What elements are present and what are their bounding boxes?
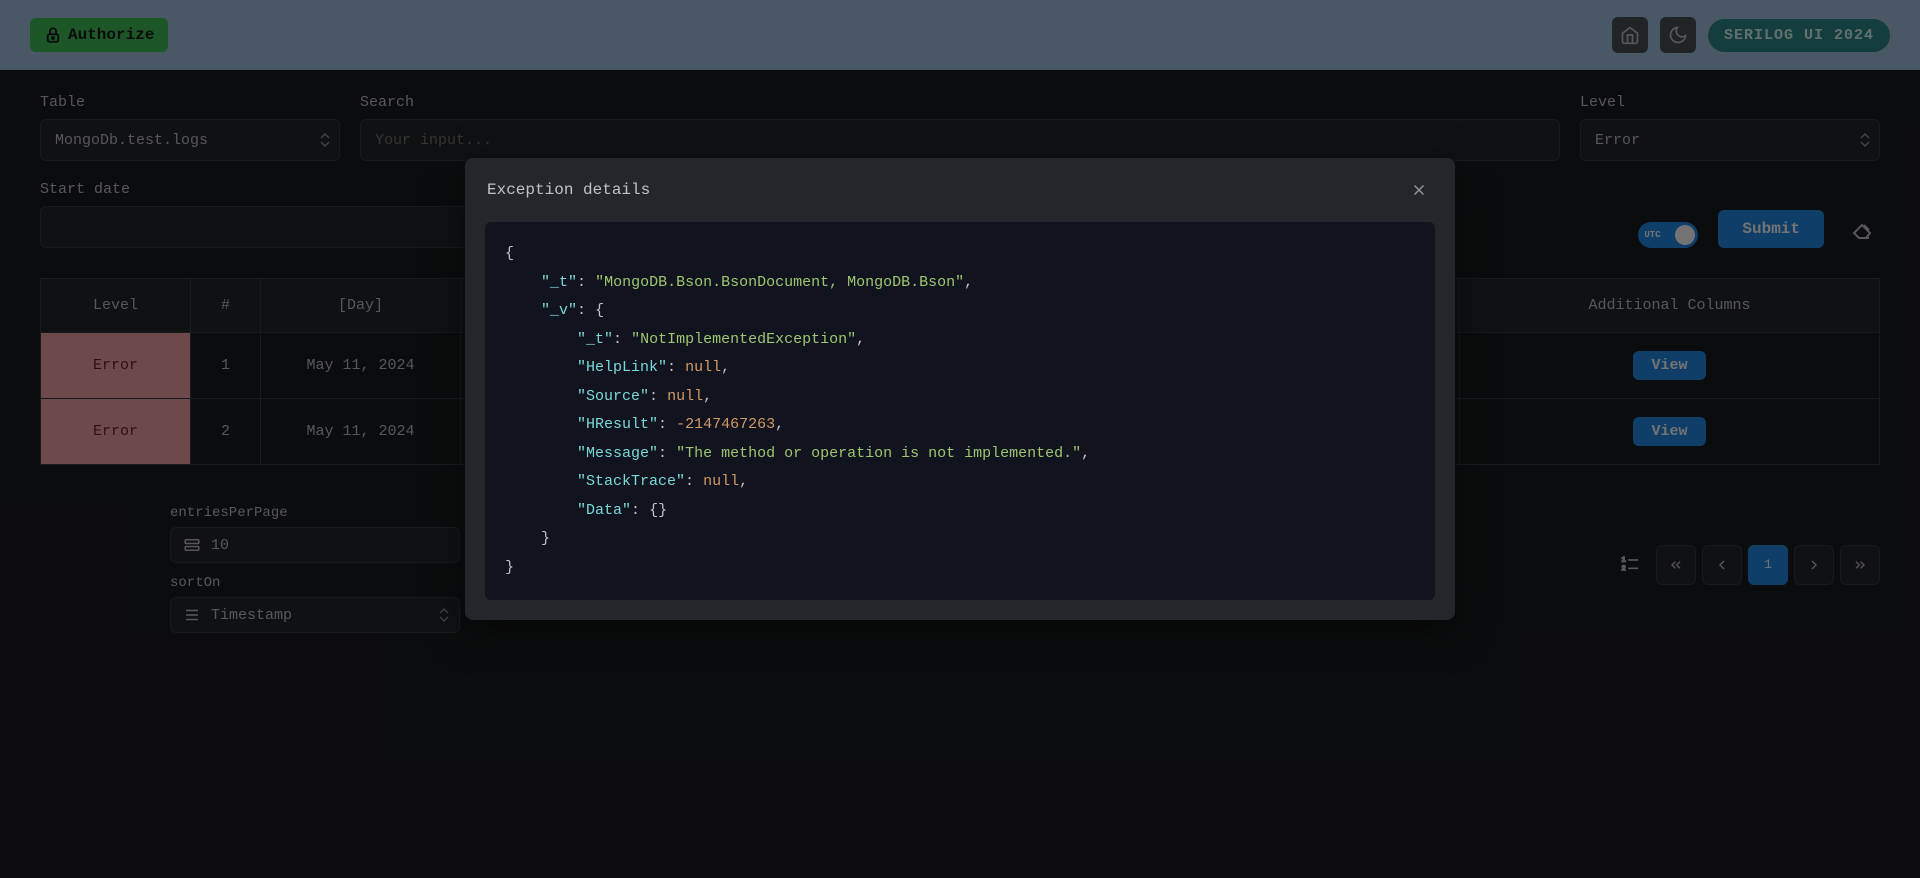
modal-overlay[interactable]: Exception details { "_t": "MongoDB.Bson.… (0, 0, 1920, 878)
modal-title: Exception details (487, 181, 650, 199)
modal-header: Exception details (465, 158, 1455, 222)
tok-vt: "NotImplementedException" (631, 331, 856, 348)
exception-modal: Exception details { "_t": "MongoDB.Bson.… (465, 158, 1455, 620)
tok-hresult: -2147467263 (676, 416, 775, 433)
close-icon (1410, 181, 1428, 199)
modal-close-button[interactable] (1405, 176, 1433, 204)
tok-message: "The method or operation is not implemen… (676, 445, 1081, 462)
tok-t: "MongoDB.Bson.BsonDocument, MongoDB.Bson… (595, 274, 964, 291)
exception-code: { "_t": "MongoDB.Bson.BsonDocument, Mong… (485, 222, 1435, 600)
